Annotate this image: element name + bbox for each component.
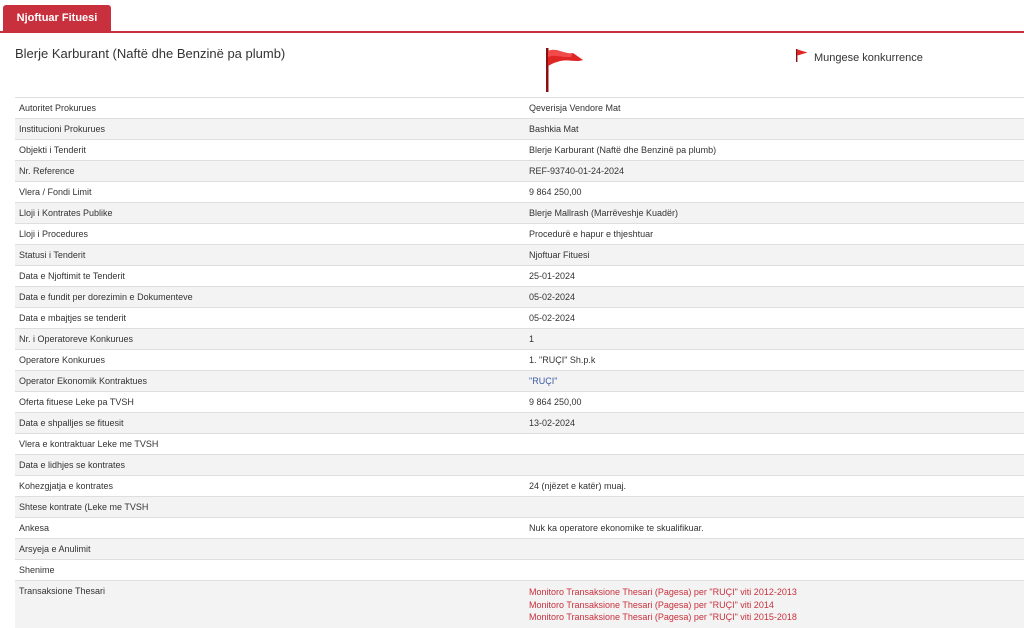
page-title: Blerje Karburant (Naftë dhe Benzinë pa p…	[15, 46, 285, 61]
row-label: Institucioni Prokurues	[15, 119, 525, 140]
contractor-link[interactable]: "RUÇI"	[529, 376, 557, 386]
red-flag-icon	[543, 46, 585, 92]
row-value: 24 (njëzet e katër) muaj.	[525, 476, 1024, 497]
table-row: Operatore Konkurues1. "RUÇI" Sh.p.k	[15, 350, 1024, 371]
tab-bar: Njoftuar Fituesi	[0, 0, 1024, 33]
row-label: Statusi i Tenderit	[15, 245, 525, 266]
table-row: Vlera / Fondi Limit9 864 250,00	[15, 182, 1024, 203]
row-label: Oferta fituese Leke pa TVSH	[15, 392, 525, 413]
row-label: Nr. Reference	[15, 161, 525, 182]
table-row: Nr. ReferenceREF-93740-01-24-2024	[15, 161, 1024, 182]
table-row: AnkesaNuk ka operatore ekonomike te skua…	[15, 518, 1024, 539]
row-label: Data e mbajtjes se tenderit	[15, 308, 525, 329]
table-row: Data e Njoftimit te Tenderit25-01-2024	[15, 266, 1024, 287]
table-row: Autoritet ProkuruesQeverisja Vendore Mat	[15, 98, 1024, 119]
row-value: 9 864 250,00	[525, 182, 1024, 203]
row-value: 13-02-2024	[525, 413, 1024, 434]
treasury-link-2012-2013[interactable]: Monitoro Transaksione Thesari (Pagesa) p…	[529, 586, 1020, 599]
row-value: 25-01-2024	[525, 266, 1024, 287]
table-row: Data e shpalljes se fituesit13-02-2024	[15, 413, 1024, 434]
table-row: Transaksione Thesari Monitoro Transaksio…	[15, 581, 1024, 628]
row-label: Data e fundit per dorezimin e Dokumentev…	[15, 287, 525, 308]
row-value: 1. "RUÇI" Sh.p.k	[525, 350, 1024, 371]
row-label: Transaksione Thesari	[15, 581, 525, 628]
row-label: Lloji i Procedures	[15, 224, 525, 245]
row-value	[525, 434, 1024, 455]
row-value: Blerje Karburant (Naftë dhe Benzinë pa p…	[525, 140, 1024, 161]
row-value: Qeverisja Vendore Mat	[525, 98, 1024, 119]
row-label: Data e lidhjes se kontrates	[15, 455, 525, 476]
table-row: Data e mbajtjes se tenderit05-02-2024	[15, 308, 1024, 329]
row-label: Vlera e kontraktuar Leke me TVSH	[15, 434, 525, 455]
row-label: Vlera / Fondi Limit	[15, 182, 525, 203]
table-row: Data e lidhjes se kontrates	[15, 455, 1024, 476]
table-row: Data e fundit per dorezimin e Dokumentev…	[15, 287, 1024, 308]
row-value: REF-93740-01-24-2024	[525, 161, 1024, 182]
row-value: Bashkia Mat	[525, 119, 1024, 140]
table-row: Institucioni ProkuruesBashkia Mat	[15, 119, 1024, 140]
row-value	[525, 560, 1024, 581]
table-row: Operator Ekonomik Kontraktues "RUÇI"	[15, 371, 1024, 392]
row-value: 9 864 250,00	[525, 392, 1024, 413]
table-row: Shenime	[15, 560, 1024, 581]
tender-details-table: Autoritet ProkuruesQeverisja Vendore Mat…	[15, 97, 1024, 628]
row-label: Operatore Konkurues	[15, 350, 525, 371]
row-value	[525, 455, 1024, 476]
row-value	[525, 497, 1024, 518]
red-flag-icon	[795, 48, 809, 62]
table-row: Objekti i TenderitBlerje Karburant (Naft…	[15, 140, 1024, 161]
table-row: Kohezgjatja e kontrates24 (njëzet e katë…	[15, 476, 1024, 497]
table-row: Nr. i Operatoreve Konkurues1	[15, 329, 1024, 350]
table-row: Statusi i TenderitNjoftuar Fituesi	[15, 245, 1024, 266]
table-row: Lloji i ProceduresProcedurë e hapur e th…	[15, 224, 1024, 245]
row-label: Kohezgjatja e kontrates	[15, 476, 525, 497]
row-label: Arsyeja e Anulimit	[15, 539, 525, 560]
row-label: Objekti i Tenderit	[15, 140, 525, 161]
row-label: Ankesa	[15, 518, 525, 539]
row-label: Data e Njoftimit te Tenderit	[15, 266, 525, 287]
status-badge: Mungese konkurrence	[814, 52, 923, 64]
row-value: 1	[525, 329, 1024, 350]
table-row: Shtese kontrate (Leke me TVSH	[15, 497, 1024, 518]
row-value: Njoftuar Fituesi	[525, 245, 1024, 266]
row-value: 05-02-2024	[525, 308, 1024, 329]
treasury-link-2014[interactable]: Monitoro Transaksione Thesari (Pagesa) p…	[529, 599, 1020, 612]
table-row: Vlera e kontraktuar Leke me TVSH	[15, 434, 1024, 455]
row-label: Lloji i Kontrates Publike	[15, 203, 525, 224]
row-value	[525, 539, 1024, 560]
row-label: Operator Ekonomik Kontraktues	[15, 371, 525, 392]
treasury-links: Monitoro Transaksione Thesari (Pagesa) p…	[525, 581, 1024, 628]
row-value: 05-02-2024	[525, 287, 1024, 308]
table-row: Oferta fituese Leke pa TVSH9 864 250,00	[15, 392, 1024, 413]
row-label: Data e shpalljes se fituesit	[15, 413, 525, 434]
row-label: Nr. i Operatoreve Konkurues	[15, 329, 525, 350]
table-row: Arsyeja e Anulimit	[15, 539, 1024, 560]
row-value: Blerje Mallrash (Marrëveshje Kuadër)	[525, 203, 1024, 224]
row-label: Shtese kontrate (Leke me TVSH	[15, 497, 525, 518]
table-row: Lloji i Kontrates PublikeBlerje Mallrash…	[15, 203, 1024, 224]
row-label: Autoritet Prokurues	[15, 98, 525, 119]
row-label: Shenime	[15, 560, 525, 581]
row-value: Procedurë e hapur e thjeshtuar	[525, 224, 1024, 245]
tab-njoftuar-fituesi[interactable]: Njoftuar Fituesi	[3, 5, 111, 31]
row-value: Nuk ka operatore ekonomike te skualifiku…	[525, 518, 1024, 539]
